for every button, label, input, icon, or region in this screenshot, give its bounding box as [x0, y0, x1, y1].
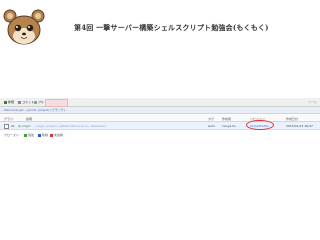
pull-button[interactable]: プル: [34, 100, 44, 105]
table-header: グラフ 説明 タグ 作成者 リビジョン 作成日付: [0, 115, 320, 122]
row-message: · origin, project, update Mercurial en, …: [34, 124, 107, 128]
toolbar-highlight: [45, 99, 68, 107]
legend-added-label: 追加: [28, 133, 35, 137]
pull-icon: [34, 100, 37, 104]
table-row[interactable]: 21 @ origin · origin, project, update Me…: [0, 120, 320, 130]
new-button[interactable]: 新規: [4, 100, 14, 105]
toolbar: 新規 コミット プル ツール: [0, 98, 320, 107]
tools-menu[interactable]: ツール: [308, 100, 317, 104]
legend-added-swatch: [24, 133, 27, 137]
mascot-character-icon: [3, 9, 45, 45]
plus-icon: [4, 100, 7, 104]
header-branch[interactable]: タグ: [208, 117, 214, 121]
legend-added: 追加: [24, 133, 34, 137]
row-checkbox[interactable]: [4, 123, 9, 129]
header-graph[interactable]: グラフ: [4, 117, 13, 121]
repository-path: Mercurial.git: ~/prod/: project/ (ブランチ): [4, 108, 65, 112]
header-author[interactable]: 作成者: [222, 117, 231, 121]
repository-path-bar: Mercurial.git: ~/prod/: project/ (ブランチ): [0, 107, 320, 114]
legend-removed: 削除: [38, 133, 48, 137]
row-index: 21: [11, 124, 15, 128]
slide-title: 第4回 一撃サーバー構築シェルスクリプト勉強会(もくもく): [74, 23, 269, 32]
legend-removed-swatch: [38, 133, 41, 137]
new-button-label: 新規: [8, 100, 15, 104]
header-description[interactable]: 説明: [26, 117, 32, 121]
commit-icon: [18, 100, 21, 104]
header-date[interactable]: 作成日付: [286, 117, 298, 121]
commit-button[interactable]: コミット: [18, 100, 34, 105]
row-author: naoya.ho: [222, 124, 236, 128]
legend-label: クローズド:: [4, 133, 20, 137]
revision-highlight-circle: [246, 120, 274, 130]
legend-untracked: 未追跡: [50, 133, 63, 137]
row-branch: work: [208, 124, 216, 128]
pull-button-label: プル: [38, 100, 45, 104]
commit-button-label: コミット: [22, 100, 35, 104]
legend-untracked-swatch: [50, 133, 53, 137]
status-legend: クローズド: 追加 削除 未追跡: [0, 132, 320, 138]
legend-removed-label: 削除: [42, 133, 49, 137]
app-screenshot: 新規 コミット プル ツール Mercurial.git: ~/prod/: p…: [0, 98, 320, 148]
legend-untracked-label: 未追跡: [54, 133, 64, 137]
row-tag: @ origin: [18, 124, 31, 128]
row-date: 2015/01/13 18:47: [286, 124, 313, 128]
